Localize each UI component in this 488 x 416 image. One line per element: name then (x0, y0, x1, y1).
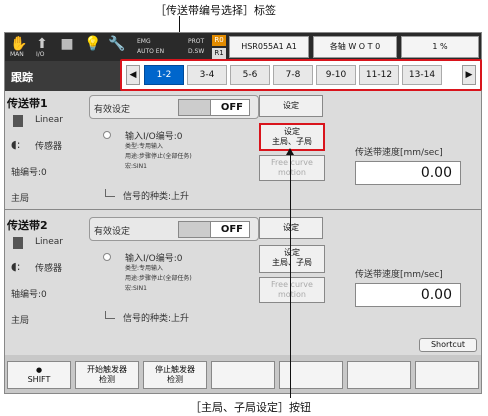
sensor-icon: ◖: (11, 260, 21, 273)
toggle-value: OFF (220, 224, 243, 235)
signal-type: 信号的种类:上升 (123, 192, 190, 202)
emg-status: EMG AUTO EN (137, 37, 164, 57)
io-usage: 用途:步骤停止(全部任务) (125, 275, 192, 282)
toggle-knob (179, 222, 211, 237)
io-macro: 宏:SIN1 (125, 163, 147, 170)
shift-button[interactable]: ● SHIFT (7, 361, 71, 389)
free-curve-motion-button[interactable]: Free curve motion (259, 155, 325, 181)
section-divider (5, 209, 481, 210)
prot-status: PROT D.SW (188, 37, 204, 57)
conveyor-type: Linear (35, 115, 63, 125)
speed-label: 传送带速度[mm/sec] (355, 270, 443, 280)
io-label: I/O (36, 51, 45, 58)
tab-1-2[interactable]: 1-2 (144, 65, 184, 85)
tab-7-8[interactable]: 7-8 (273, 65, 313, 85)
signal-icon (105, 189, 115, 197)
function-key-4[interactable] (211, 361, 275, 389)
conveyor-tabs: ◀ 1-2 3-4 5-6 7-8 9-10 11-12 13-14 ▶ (120, 59, 482, 91)
master-slave-setting-button[interactable]: 设定 主局、子局 (259, 123, 325, 151)
master-slave-setting-button[interactable]: 设定 主局、子局 (259, 245, 325, 273)
conveyor-2-title: 传送带2 (7, 219, 48, 232)
conveyor-icon (13, 115, 23, 127)
conveyor-2-section: 传送带2 Linear ◖: 传感器 轴编号:0 主局 有效设定 OFF 设定 … (5, 215, 481, 327)
conveyor-icon (13, 237, 23, 249)
io-radio[interactable] (103, 253, 111, 261)
shortcut-button[interactable]: Shortcut (419, 338, 477, 352)
sensor-label: 传感器 (35, 264, 63, 274)
annotation-arrow-up (286, 148, 294, 155)
axis-number: 轴编号:0 (11, 290, 47, 300)
function-key-5[interactable] (279, 361, 343, 389)
speed-value: 0.00 (355, 283, 461, 307)
tab-3-4[interactable]: 3-4 (187, 65, 227, 85)
conveyor-1-title: 传送带1 (7, 97, 48, 110)
start-trigger-button[interactable]: 开始触发器 检测 (75, 361, 139, 389)
io-radio[interactable] (103, 131, 111, 139)
function-key-bar: ● SHIFT 开始触发器 检测 停止触发器 检测 (5, 355, 481, 393)
toggle-knob (179, 100, 211, 115)
status-bar: ✋ MAN ⬆ I/O ■ 💡 🔧 EMG AUTO EN PROT D.SW … (5, 33, 481, 61)
signal-type: 信号的种类:上升 (123, 314, 190, 324)
robot-button[interactable]: HSR055A1 A1 (229, 36, 309, 58)
enable-setting-button[interactable]: 设定 (259, 95, 323, 117)
shift-label: SHIFT (27, 375, 51, 384)
enable-label: 有效设定 (94, 105, 131, 115)
tab-9-10[interactable]: 9-10 (316, 65, 356, 85)
dsw-line: D.SW (188, 48, 205, 55)
annotation-conveyor-tab-label: ［传送带编号选择］标签 (155, 4, 276, 17)
speed-value: 0.00 (355, 161, 461, 185)
tab-13-14[interactable]: 13-14 (402, 65, 442, 85)
tab-5-6[interactable]: 5-6 (230, 65, 270, 85)
bulb-icon[interactable]: 💡 (83, 36, 103, 58)
sensor-icon: ◖: (11, 138, 21, 151)
emg-line: EMG (137, 38, 151, 45)
io-usage: 用途:步骤停止(全部任务) (125, 153, 192, 160)
enable-panel: 有效设定 OFF (89, 95, 259, 119)
r1-badge: R1 (212, 48, 226, 59)
enable-panel: 有效设定 OFF (89, 217, 259, 241)
speed-button[interactable]: 1 % (401, 36, 479, 58)
free-curve-motion-button[interactable]: Free curve motion (259, 277, 325, 303)
auto-en-line: AUTO EN (137, 48, 165, 55)
function-key-7[interactable] (415, 361, 479, 389)
shift-dot-icon: ● (35, 366, 43, 374)
axis-button[interactable]: 各轴 W O T 0 (313, 36, 397, 58)
pendant-screen: ✋ MAN ⬆ I/O ■ 💡 🔧 EMG AUTO EN PROT D.SW … (4, 32, 482, 394)
master-label: 主局 (11, 194, 30, 204)
page-title: 跟踪 (11, 71, 33, 84)
r0-badge: R0 (212, 35, 226, 46)
axis-number: 轴编号:0 (11, 168, 47, 178)
tab-11-12[interactable]: 11-12 (359, 65, 399, 85)
enable-label: 有效设定 (94, 227, 131, 237)
speed-label: 传送带速度[mm/sec] (355, 148, 443, 158)
man-label: MAN (10, 51, 24, 58)
tab-prev-button[interactable]: ◀ (126, 65, 140, 85)
enable-toggle[interactable]: OFF (178, 99, 250, 116)
function-key-6[interactable] (347, 361, 411, 389)
enable-toggle[interactable]: OFF (178, 221, 250, 238)
enable-setting-button[interactable]: 设定 (259, 217, 323, 239)
signal-icon (105, 311, 115, 319)
prot-line: PROT (188, 38, 205, 45)
stop-icon[interactable]: ■ (57, 36, 77, 58)
wrench-icon[interactable]: 🔧 (107, 36, 127, 58)
io-number: 输入I/O编号:0 (125, 254, 183, 264)
tab-next-button[interactable]: ▶ (462, 65, 476, 85)
sensor-label: 传感器 (35, 142, 63, 152)
conveyor-1-section: 传送带1 Linear ◖: 传感器 轴编号:0 主局 有效设定 OFF 设定 … (5, 93, 481, 205)
io-type: 类型:专用输入 (125, 143, 164, 150)
master-label: 主局 (11, 316, 30, 326)
stop-trigger-button[interactable]: 停止触发器 检测 (143, 361, 207, 389)
conveyor-type: Linear (35, 237, 63, 247)
toggle-value: OFF (220, 102, 243, 113)
io-number: 输入I/O编号:0 (125, 132, 183, 142)
io-macro: 宏:SIN1 (125, 285, 147, 292)
page-header: 跟踪 ◀ 1-2 3-4 5-6 7-8 9-10 11-12 13-14 ▶ (5, 59, 482, 91)
annotation-leader-line-bottom (290, 154, 291, 398)
io-type: 类型:专用输入 (125, 265, 164, 272)
annotation-master-slave-button: ［主局、子局设定］按钮 (190, 401, 311, 414)
